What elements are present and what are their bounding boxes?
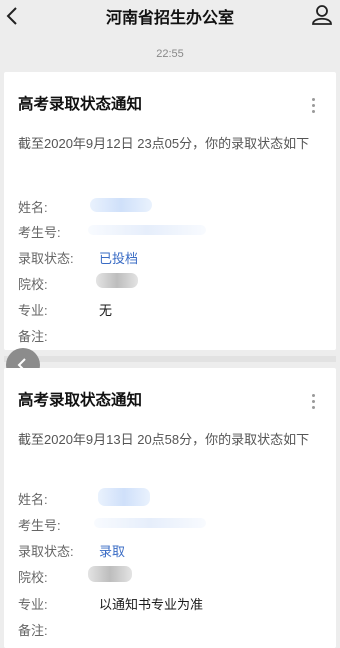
field-value: 录取	[99, 544, 126, 559]
field-label: 录取状态:	[18, 251, 74, 266]
redacted-name	[98, 488, 150, 506]
field-value: 无	[99, 303, 113, 318]
user-profile-icon[interactable]	[310, 2, 334, 30]
field-remark: 备注:	[18, 326, 328, 344]
field-label: 院校:	[18, 570, 48, 585]
notification-card[interactable]: 高考录取状态通知 截至2020年9月13日 20点58分，你的录取状态如下 姓名…	[4, 368, 336, 648]
field-admission-status: 录取状态: 已投档	[18, 248, 328, 266]
field-value: 已投档	[99, 251, 139, 266]
message-timestamp: 22:55	[156, 48, 184, 60]
field-major: 专业: 以通知书专业为准	[18, 594, 328, 612]
more-vertical-icon[interactable]	[310, 394, 316, 412]
card-summary: 截至2020年9月13日 20点58分，你的录取状态如下	[18, 432, 310, 447]
notification-card[interactable]: 高考录取状态通知 截至2020年9月12日 23点05分，你的录取状态如下 姓名…	[4, 72, 336, 350]
field-school: 院校:	[18, 274, 328, 292]
field-name: 姓名:	[18, 197, 328, 215]
card-summary: 截至2020年9月12日 23点05分，你的录取状态如下	[18, 136, 310, 151]
field-label: 备注:	[18, 623, 48, 638]
field-label: 备注:	[18, 329, 48, 344]
field-admission-status: 录取状态: 录取	[18, 541, 328, 559]
field-label: 考生号:	[18, 518, 61, 533]
redacted-school	[96, 273, 138, 288]
field-label: 姓名:	[18, 492, 48, 507]
page-title: 河南省招生办公室	[105, 10, 234, 27]
field-major: 专业: 无	[18, 300, 328, 318]
field-school: 院校:	[18, 567, 328, 585]
card-title: 高考录取状态通知	[18, 392, 143, 409]
redacted-exam-number	[88, 225, 206, 235]
redacted-exam-number	[94, 518, 206, 528]
redacted-name	[90, 198, 152, 212]
field-label: 考生号:	[18, 225, 61, 240]
top-bar: 河南省招生办公室	[0, 0, 340, 36]
field-label: 专业:	[18, 597, 48, 612]
field-remark: 备注:	[18, 620, 328, 638]
field-label: 姓名:	[18, 200, 48, 215]
card-divider	[4, 356, 336, 362]
field-label: 专业:	[18, 303, 48, 318]
redacted-school	[88, 566, 132, 582]
field-label: 院校:	[18, 277, 48, 292]
field-label: 录取状态:	[18, 544, 74, 559]
more-vertical-icon[interactable]	[310, 98, 316, 116]
card-title: 高考录取状态通知	[18, 96, 143, 113]
field-value: 以通知书专业为准	[99, 597, 204, 612]
field-name: 姓名:	[18, 489, 328, 507]
